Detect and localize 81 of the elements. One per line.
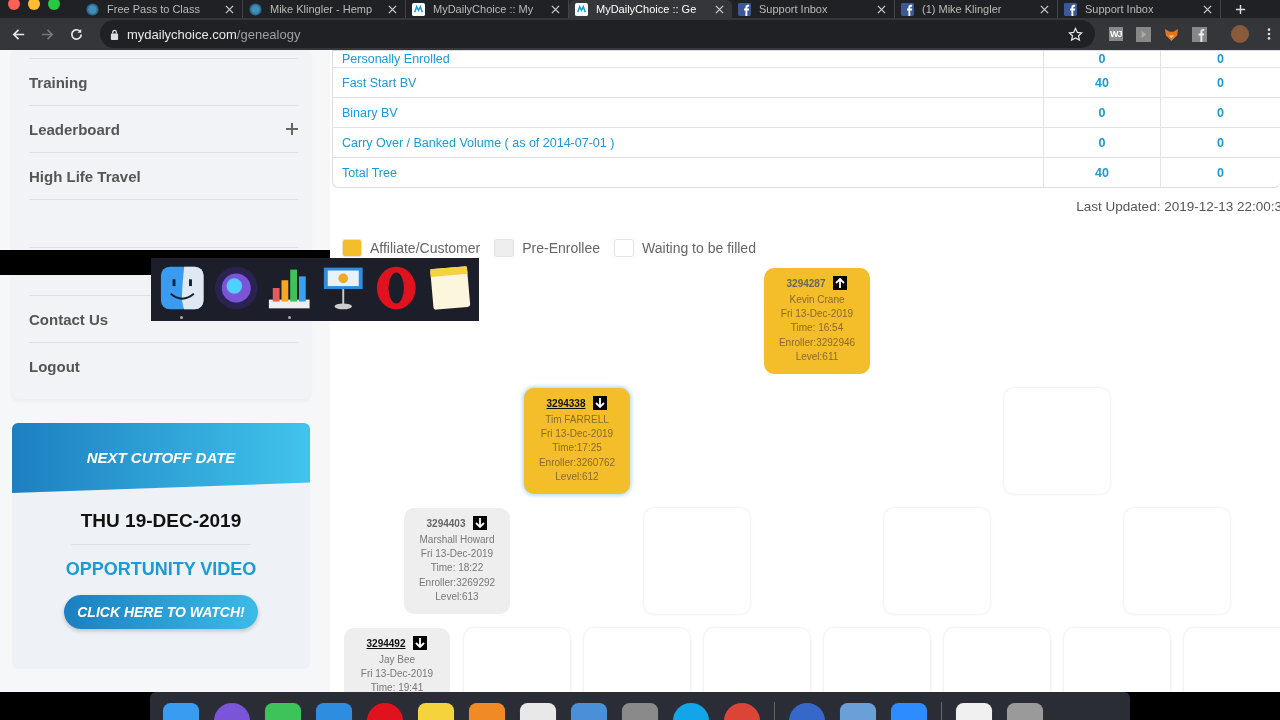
table-cell: 0 (1160, 51, 1280, 68)
legend-label: Waiting to be filled (642, 240, 756, 256)
member-detail: Time: 19:41 (370, 681, 424, 692)
table-cell: Carry Over / Banked Volume ( as of 2014-07-01 ) (333, 127, 1044, 158)
plus-icon (286, 123, 298, 135)
reload-icon[interactable] (69, 26, 84, 42)
close-icon[interactable] (1040, 4, 1049, 14)
facebook-icon (901, 2, 914, 16)
bookmark-star-icon[interactable] (1068, 26, 1083, 42)
running-indicator (180, 316, 183, 319)
facebook-icon (1064, 2, 1077, 16)
logo-square-icon (575, 2, 588, 16)
legend-label: Pre-Enrollee (522, 240, 601, 256)
legend-label: Affiliate/Customer (370, 240, 481, 256)
sidebar-item[interactable]: Logout (29, 342, 298, 389)
member-detail: Enroller:3269292 (418, 575, 496, 590)
address-bar[interactable]: mydailychoice.com/genealogy (100, 20, 1095, 48)
member-detail: Level:611 (795, 349, 839, 364)
fox-icon[interactable] (1163, 26, 1179, 42)
member-detail: Fri 13-Dec-2019 (540, 427, 614, 442)
table-cell: Binary BV (333, 97, 1044, 128)
facebook-icon (738, 2, 751, 16)
table-cell: Fast Start BV (333, 67, 1044, 98)
table-cell: 0 (1160, 127, 1280, 158)
cutoff-heading: NEXT CUTOFF DATE (86, 448, 236, 466)
member-detail: Level:612 (555, 469, 599, 484)
running-indicator (288, 316, 291, 319)
member-detail: Fri 13-Dec-2019 (420, 547, 494, 562)
table-cell: 40 (1043, 67, 1161, 98)
member-detail: Kevin Crane (789, 293, 845, 307)
close-icon[interactable] (388, 4, 397, 14)
member-detail: Fri 13-Dec-2019 (360, 667, 434, 682)
member-id: 3294403 (426, 517, 466, 529)
member-detail: Enroller:3292946 (778, 335, 856, 350)
browser-tab[interactable]: MyDailyChoice :: Ge (569, 0, 732, 18)
down-arrow-icon[interactable] (473, 516, 488, 530)
logo-circle-icon (249, 2, 262, 16)
member-id: 3294287 (786, 277, 826, 289)
sidebar-item[interactable]: Training (29, 58, 298, 105)
logo-circle-icon (86, 2, 99, 16)
table-cell: 40 (1043, 157, 1161, 187)
close-icon[interactable] (877, 4, 886, 14)
member-detail: Jay Bee (378, 653, 416, 667)
lock-icon (110, 28, 119, 40)
up-arrow-icon[interactable] (833, 276, 848, 290)
close-icon[interactable] (551, 4, 560, 14)
table-cell: Personally Enrolled (333, 51, 1044, 68)
close-icon[interactable] (225, 4, 234, 14)
table-cell: Total Tree (333, 157, 1044, 187)
close-icon[interactable] (715, 4, 724, 14)
facebook-icon[interactable] (1191, 26, 1207, 42)
member-detail: Marshall Howard (419, 533, 495, 547)
extension-icon[interactable] (1135, 26, 1151, 42)
table-cell: 0 (1160, 97, 1280, 128)
member-detail: Level:613 (435, 589, 479, 604)
member-detail: Time: 16:54 (790, 321, 844, 336)
member-detail: Fri 13-Dec-2019 (780, 307, 854, 322)
member-detail: Time:17:25 (552, 441, 602, 456)
menu-icon[interactable] (1266, 27, 1271, 41)
member-detail: Enroller:3260762 (538, 455, 616, 470)
down-arrow-icon[interactable] (593, 396, 608, 410)
table-cell: 0 (1043, 97, 1161, 128)
video-heading: OPPORTUNITY VIDEO (65, 559, 257, 580)
table-cell: 0 (1043, 51, 1161, 68)
sidebar-item[interactable]: High Life Travel (29, 152, 298, 199)
cutoff-date: THU 19-DEC-2019 (71, 510, 251, 545)
table-cell: 0 (1160, 67, 1280, 98)
close-icon[interactable] (1203, 4, 1212, 14)
close-window-button[interactable] (8, 0, 20, 10)
member-detail: Time: 18:22 (430, 561, 484, 576)
table-cell: 0 (1160, 157, 1280, 187)
logo-square-icon (412, 2, 425, 16)
new-tab-icon[interactable] (1235, 3, 1246, 15)
zoom-window-button[interactable] (48, 0, 60, 10)
member-id-link[interactable]: 3294338 (546, 397, 586, 409)
member-id-link[interactable]: 3294492 (366, 637, 406, 649)
down-arrow-icon[interactable] (413, 636, 428, 650)
minimize-window-button[interactable] (28, 0, 40, 10)
member-detail: Tim FARRELL (545, 413, 609, 427)
table-cell: 0 (1043, 127, 1161, 158)
sidebar-item[interactable]: Leaderboard (29, 105, 298, 152)
